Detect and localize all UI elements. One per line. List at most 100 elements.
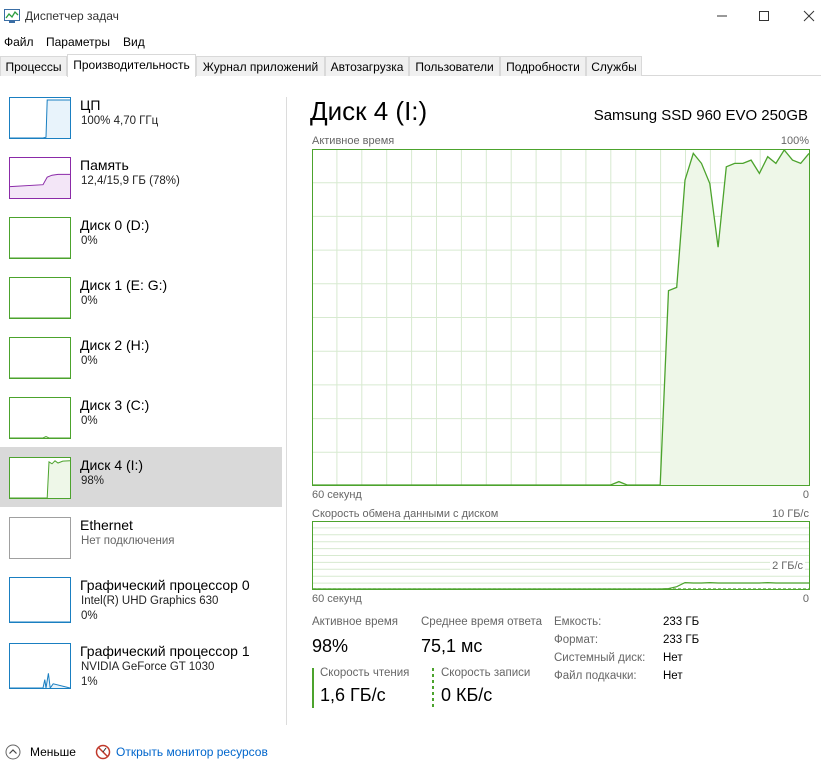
tab-app-history[interactable]: Журнал приложений [196, 56, 325, 76]
sidebar-item-label: Графический процессор 0 [80, 577, 250, 593]
sidebar-item-detail: Intel(R) UHD Graphics 630 [81, 595, 219, 607]
chart2-x-right: 0 [802, 593, 809, 605]
capacity-label: Емкость: [554, 616, 602, 628]
sidebar-item-detail: 100% 4,70 ГГц [81, 115, 159, 127]
memory-thumbnail [9, 157, 71, 199]
sidebar-item-detail: 0% [81, 415, 98, 427]
tab-processes[interactable]: Процессы [0, 56, 67, 76]
tab-services[interactable]: Службы [586, 56, 642, 76]
chart1-x-left: 60 секунд [312, 489, 362, 501]
sidebar-item-detail: 0% [81, 355, 98, 367]
format-value: 233 ГБ [663, 634, 700, 646]
disk-thumbnail [9, 457, 71, 499]
page-file-value: Нет [663, 670, 683, 682]
system-disk-value: Нет [663, 652, 683, 664]
minimize-icon[interactable] [712, 6, 732, 26]
fewer-details-button[interactable]: Меньше [30, 745, 76, 759]
chart1-title: Активное время [312, 135, 395, 147]
resource-monitor-icon [95, 744, 111, 760]
sidebar-item-gpu1[interactable]: Графический процессор 1 NVIDIA GeForce G… [0, 633, 282, 697]
sidebar-item-disk2[interactable]: Диск 2 (H:) 0% [0, 327, 282, 387]
write-speed-indicator [432, 668, 434, 708]
menu-options[interactable]: Параметры [46, 35, 110, 49]
read-speed-indicator [312, 668, 314, 708]
chart1-max-label: 100% [780, 135, 809, 147]
cpu-thumbnail [9, 97, 71, 139]
close-icon[interactable] [799, 6, 819, 26]
footer-bar: Меньше Открыть монитор ресурсов [0, 740, 821, 765]
page-file-label: Файл подкачки: [554, 670, 637, 682]
menu-file[interactable]: Файл [4, 35, 34, 49]
chart2-x-left: 60 секунд [312, 593, 362, 605]
tab-users[interactable]: Пользователи [409, 56, 500, 76]
sidebar-item-usage: 1% [81, 676, 98, 688]
sidebar-item-detail: Нет подключения [81, 535, 175, 547]
gpu-thumbnail [9, 643, 71, 689]
sidebar-item-detail: 12,4/15,9 ГБ (78%) [81, 175, 180, 187]
sidebar-item-label: Диск 0 (D:) [80, 217, 150, 233]
sidebar-item-label: Диск 4 (I:) [80, 457, 144, 473]
disk-thumbnail [9, 277, 71, 319]
capacity-value: 233 ГБ [663, 616, 700, 628]
tab-performance[interactable]: Производительность [67, 54, 196, 77]
read-speed-value: 1,6 ГБ/с [320, 685, 386, 705]
window-title: Диспетчер задач [25, 9, 119, 23]
thumbnail-border [9, 517, 71, 559]
thumbnail-border [9, 643, 71, 689]
chevron-up-icon[interactable] [5, 744, 21, 760]
write-speed-value: 0 КБ/с [441, 685, 493, 705]
menu-view[interactable]: Вид [123, 35, 145, 49]
sidebar-item-disk3[interactable]: Диск 3 (C:) 0% [0, 387, 282, 447]
open-resource-monitor-link[interactable]: Открыть монитор ресурсов [116, 745, 268, 759]
tab-startup[interactable]: Автозагрузка [325, 56, 409, 76]
gpu-thumbnail [9, 577, 71, 623]
title-bar[interactable]: Диспетчер задач [0, 0, 821, 32]
active-time-chart [312, 148, 810, 486]
chart2-title: Скорость обмена данными с диском [312, 508, 499, 520]
sidebar-item-gpu0[interactable]: Графический процессор 0 Intel(R) UHD Gra… [0, 567, 282, 631]
thumbnail-line [10, 435, 70, 439]
tab-details[interactable]: Подробности [500, 56, 586, 76]
sidebar-item-label: ЦП [80, 97, 101, 113]
disk-details-panel: Диск 4 (I:) Samsung SSD 960 EVO 250GB Ак… [287, 87, 821, 727]
sidebar-item-ethernet[interactable]: Ethernet Нет подключения [0, 507, 282, 567]
sidebar-item-label: Диск 1 (E: G:) [80, 277, 168, 293]
sidebar-item-memory[interactable]: Память 12,4/15,9 ГБ (78%) [0, 147, 282, 207]
sidebar-item-usage: 0% [81, 610, 98, 622]
sidebar-item-label: Память [80, 157, 129, 173]
thumbnail-area [10, 460, 70, 498]
maximize-icon[interactable] [754, 6, 774, 26]
sidebar-item-detail: 98% [81, 475, 105, 487]
read-speed-label: Скорость чтения [320, 667, 410, 679]
write-speed-label: Скорость записи [441, 667, 531, 679]
thumbnail-line [10, 673, 71, 689]
thumbnail-border [9, 277, 71, 319]
sidebar-item-detail: 0% [81, 295, 98, 307]
sidebar-item-label: Диск 2 (H:) [80, 337, 150, 353]
disk-thumbnail [9, 397, 71, 439]
sidebar-item-cpu[interactable]: ЦП 100% 4,70 ГГц [0, 87, 282, 147]
sidebar-item-label: Ethernet [80, 517, 133, 533]
system-disk-label: Системный диск: [554, 652, 646, 664]
chart2-max-label: 10 ГБ/с [771, 508, 809, 520]
sidebar-item-disk1[interactable]: Диск 1 (E: G:) 0% [0, 267, 282, 327]
chart1-x-right: 0 [802, 489, 809, 501]
tab-bar: Процессы Производительность Журнал прило… [0, 54, 821, 77]
chart2-mid-label: 2 ГБ/с [770, 560, 805, 572]
menu-bar: Файл Параметры Вид [0, 32, 821, 52]
sidebar-item-disk0[interactable]: Диск 0 (D:) 0% [0, 207, 282, 267]
sidebar-item-disk4[interactable]: Диск 4 (I:) 98% [0, 447, 282, 507]
sidebar-item-detail: 0% [81, 235, 98, 247]
transfer-rate-chart [312, 521, 810, 590]
sidebar-item-label: Диск 3 (C:) [80, 397, 150, 413]
page-title: Диск 4 (I:) [310, 96, 428, 126]
format-label: Формат: [554, 634, 599, 646]
disk-thumbnail [9, 217, 71, 259]
active-time-value: 98% [312, 636, 349, 656]
performance-sidebar: ЦП 100% 4,70 ГГц Память 12,4/15,9 ГБ (78… [0, 87, 283, 727]
thumbnail-border [9, 577, 71, 623]
thumbnail-area [10, 100, 70, 138]
ethernet-thumbnail [9, 517, 71, 559]
thumbnail-border [9, 337, 71, 379]
sidebar-item-label: Графический процессор 1 [80, 643, 250, 659]
